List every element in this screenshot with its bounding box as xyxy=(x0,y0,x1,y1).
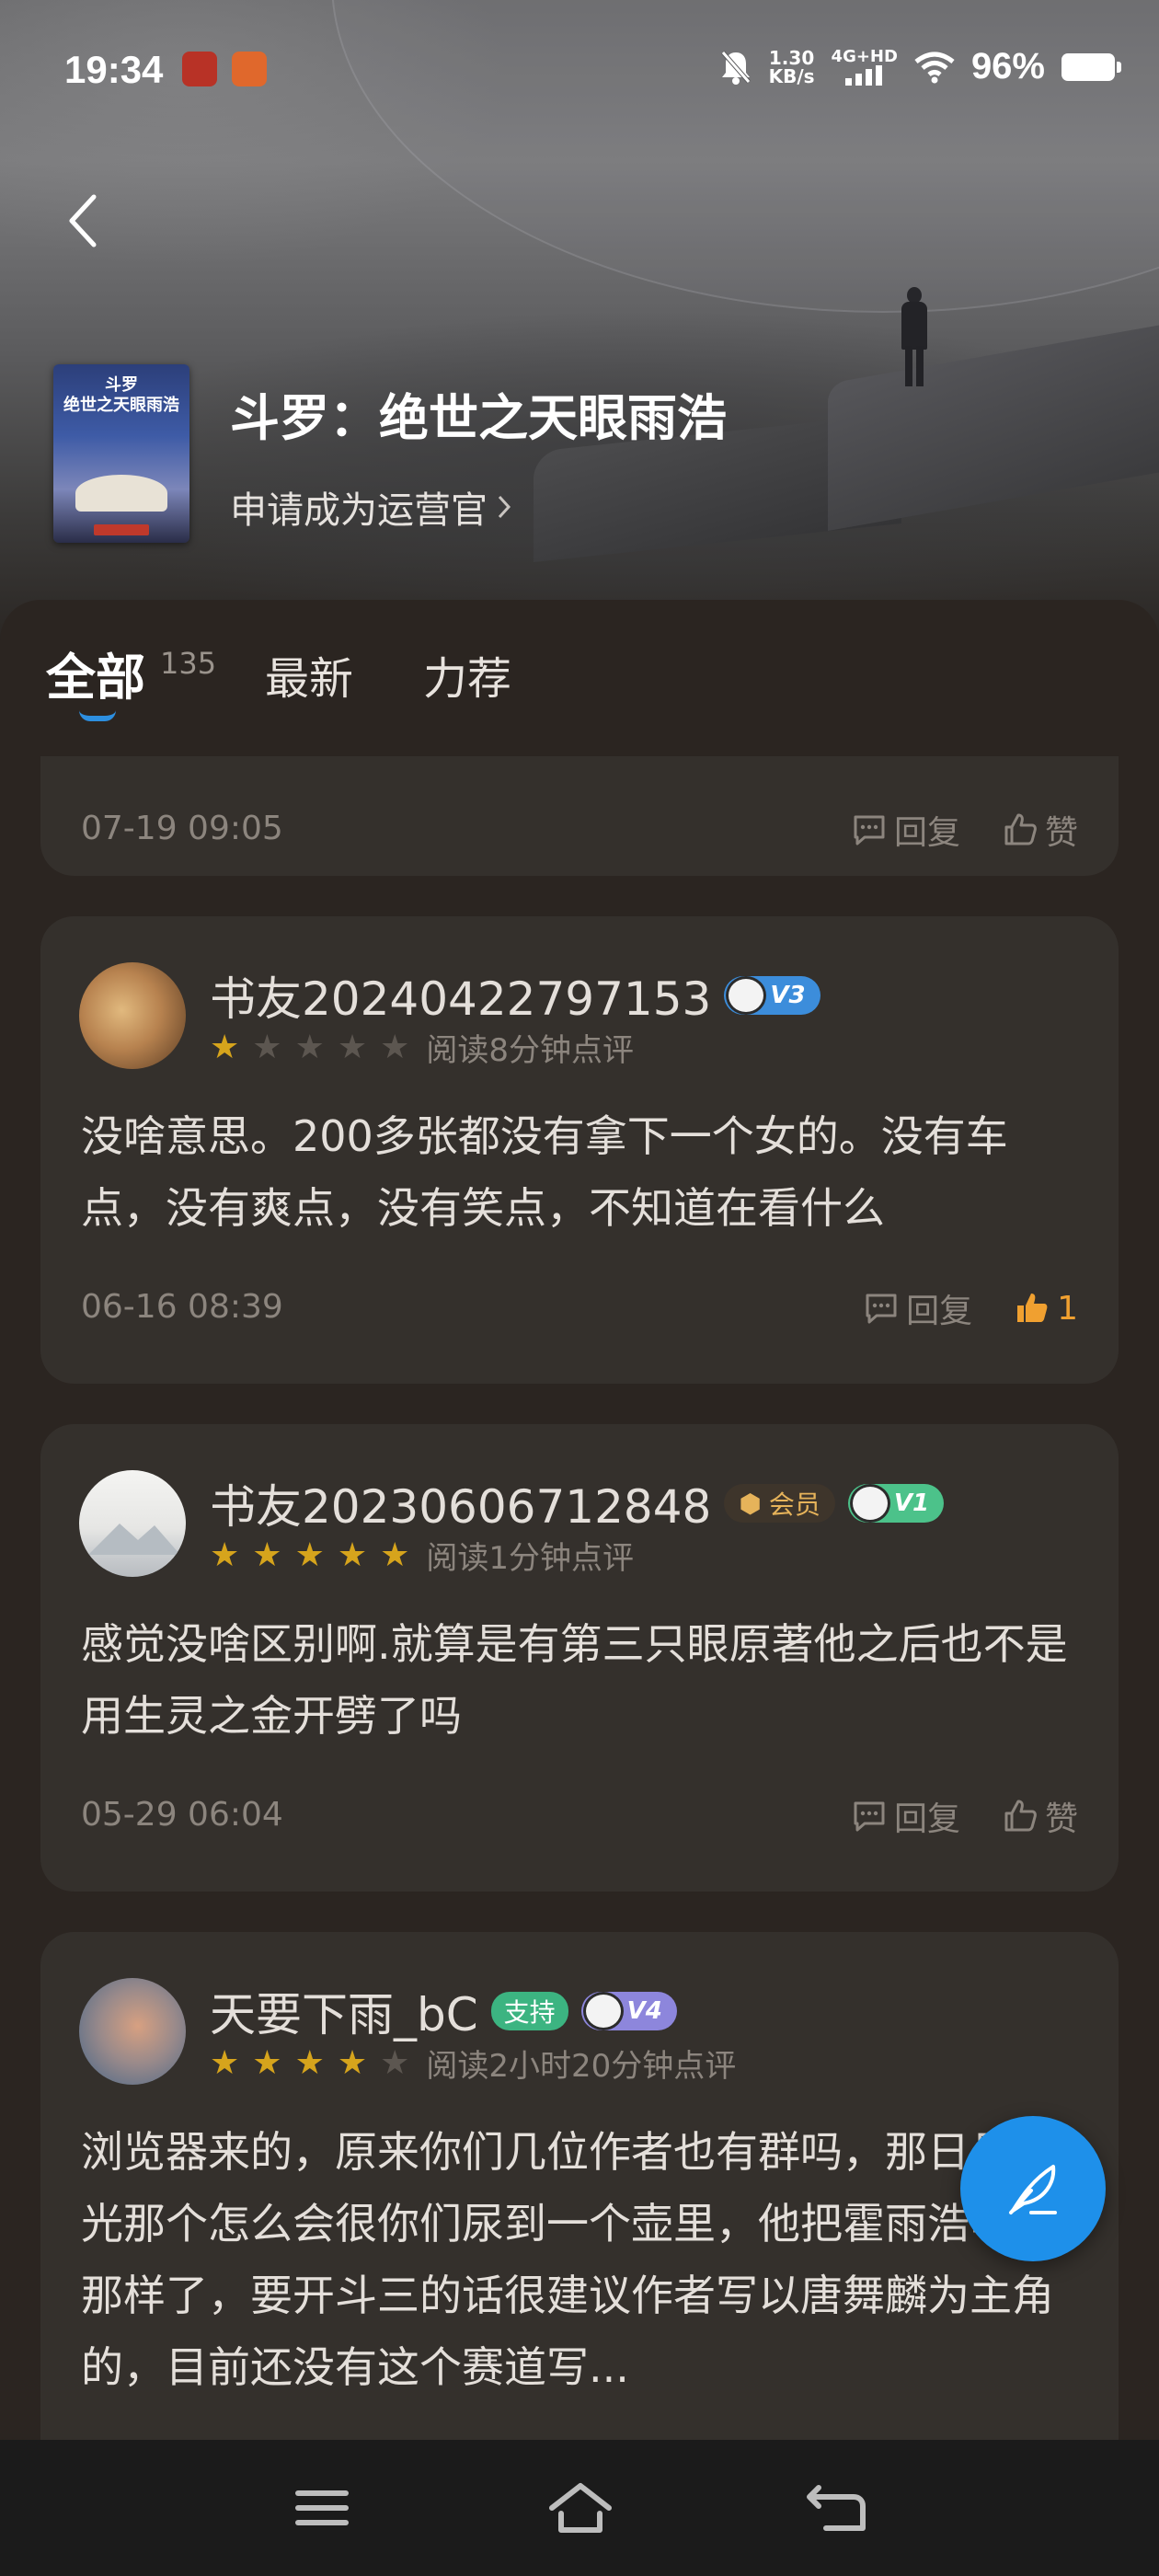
star-icon: ★ xyxy=(294,2044,325,2082)
username[interactable]: 书友20240422797153 xyxy=(210,962,711,1029)
network-type: 4G+HD xyxy=(831,46,898,66)
tab-all[interactable]: 全部 xyxy=(46,637,145,709)
system-nav-bar xyxy=(0,2440,1159,2576)
status-bar: 19:34 1.30 KB/s 4G+HD 96% xyxy=(0,37,1159,107)
battery-icon xyxy=(1061,52,1121,81)
thumbs-up-filled-icon xyxy=(1017,1294,1048,1322)
level-badge: V1 xyxy=(847,1484,945,1523)
penguin-mascot-icon xyxy=(582,1992,624,2030)
comment-date: 07-19 09:05 xyxy=(81,810,283,847)
standing-figure-art xyxy=(898,287,929,388)
comment-text[interactable]: 浏览器来的，原来你们几位作者也有群吗，那日月荣光那个怎么会很你们尿到一个壶里，他… xyxy=(81,2116,1078,2403)
comment-tabs: 全部 135 最新 力荐 xyxy=(0,600,1159,756)
net-speed: 1.30 KB/s xyxy=(768,46,815,87)
home-button[interactable] xyxy=(548,2480,613,2536)
signal-icon xyxy=(844,64,882,86)
read-time: 阅读2小时20分钟点评 xyxy=(426,2048,737,2085)
comment-icon xyxy=(854,1801,885,1832)
comment-date: 06-16 08:39 xyxy=(81,1288,283,1326)
star-icon: ★ xyxy=(210,2044,240,2082)
star-icon: ★ xyxy=(252,1536,282,1574)
hexagon-icon: ⬢ xyxy=(739,1488,762,1519)
comment-icon xyxy=(866,1294,897,1324)
star-icon: ★ xyxy=(380,2044,410,2082)
star-icon: ★ xyxy=(337,1029,368,1066)
home-icon xyxy=(549,2483,612,2533)
reply-button[interactable]: 回复 xyxy=(852,806,960,854)
read-time: 阅读1分钟点评 xyxy=(426,1540,635,1577)
cliff-art xyxy=(828,315,1159,532)
comment-card: 天要下雨_bC 支持 V4 ★ ★ ★ ★ ★ 阅读2小时20分钟点评 浏览器来的，原来… xyxy=(40,1932,1119,2440)
battery-percent: 96% xyxy=(970,46,1045,86)
book-cover-title: 斗罗 绝世之天眼雨浩 xyxy=(63,375,179,415)
comment-card: 书友20240422797153 V3 ★ ★ ★ ★ ★ 阅读8分钟点评 没啥意思。2… xyxy=(40,916,1119,1384)
thumbs-up-icon xyxy=(1004,1800,1037,1832)
comment-text[interactable]: 感觉没啥区别啊.就算是有第三只眼原著他之后也不是用生灵之金开劈了吗 xyxy=(81,1608,1078,1752)
status-time: 19:34 xyxy=(64,48,164,91)
tab-indicator xyxy=(79,710,116,721)
star-icon: ★ xyxy=(380,1029,410,1066)
comment-date: 05-29 06:04 xyxy=(81,1796,283,1834)
star-icon: ★ xyxy=(337,2044,368,2082)
rating-stars: ★ ★ ★ ★ ★ 阅读8分钟点评 xyxy=(210,1025,634,1070)
write-comment-button[interactable] xyxy=(960,2116,1106,2261)
book-title: 斗罗：绝世之天眼雨浩 xyxy=(230,389,727,447)
return-icon xyxy=(807,2485,866,2531)
menu-button[interactable] xyxy=(291,2480,355,2536)
avatar[interactable] xyxy=(79,1470,186,1577)
like-button[interactable]: 1 xyxy=(1015,1290,1078,1328)
apply-operator-link[interactable]: 申请成为运营官 xyxy=(230,480,511,534)
chevron-left-icon xyxy=(69,194,97,247)
chevron-right-icon xyxy=(498,495,511,519)
menu-icon xyxy=(295,2490,349,2525)
like-button[interactable]: 赞 xyxy=(1003,1792,1078,1840)
app-notification-icon xyxy=(182,52,217,86)
avatar[interactable] xyxy=(79,962,186,1069)
tab-recommend[interactable]: 力荐 xyxy=(423,642,511,707)
reply-button[interactable]: 回复 xyxy=(852,1792,960,1840)
support-badge: 支持 xyxy=(490,1992,568,2030)
star-icon: ★ xyxy=(252,2044,282,2082)
penguin-mascot-icon xyxy=(726,976,767,1015)
wifi-icon xyxy=(914,52,955,83)
star-icon: ★ xyxy=(337,1536,368,1574)
star-icon: ★ xyxy=(380,1536,410,1574)
comment-card: 书友20230606712848 ⬢ 会员 V1 ★ ★ ★ ★ ★ 阅读1分钟点评 感觉… xyxy=(40,1424,1119,1892)
rating-stars: ★ ★ ★ ★ ★ 阅读2小时20分钟点评 xyxy=(210,2041,736,2086)
username[interactable]: 书友20230606712848 xyxy=(210,1470,711,1536)
level-badge: V3 xyxy=(724,976,820,1015)
comment-text[interactable]: 没啥意思。200多张都没有拿下一个女的。没有车点，没有爽点，没有笑点，不知道在看… xyxy=(81,1100,1078,1244)
apply-operator-label: 申请成为运营官 xyxy=(230,489,488,532)
app-notification-icon xyxy=(232,52,267,86)
back-nav-button[interactable] xyxy=(806,2480,870,2536)
tab-latest[interactable]: 最新 xyxy=(265,642,353,707)
username[interactable]: 天要下雨_bC xyxy=(210,1978,478,2044)
comment-icon xyxy=(854,815,885,845)
star-icon: ★ xyxy=(294,1536,325,1574)
comment-card: 07-19 09:05 回复 赞 xyxy=(40,756,1119,876)
read-time: 阅读8分钟点评 xyxy=(426,1032,635,1069)
penguin-mascot-icon xyxy=(849,1484,890,1523)
vip-badge: ⬢ 会员 xyxy=(724,1484,835,1523)
star-icon: ★ xyxy=(294,1029,325,1066)
star-icon: ★ xyxy=(252,1029,282,1066)
rating-stars: ★ ★ ★ ★ ★ 阅读1分钟点评 xyxy=(210,1533,634,1578)
reply-button[interactable]: 回复 xyxy=(864,1284,972,1332)
avatar[interactable] xyxy=(79,1978,186,2085)
book-cover[interactable]: 斗罗 绝世之天眼雨浩 xyxy=(53,364,189,543)
feather-pen-icon xyxy=(1009,2165,1057,2214)
tab-all-count: 135 xyxy=(160,646,217,681)
back-button[interactable] xyxy=(66,184,112,258)
star-icon: ★ xyxy=(210,1536,240,1574)
level-badge: V4 xyxy=(580,1992,677,2030)
mute-bell-icon xyxy=(720,50,751,85)
like-button[interactable]: 赞 xyxy=(1003,806,1078,854)
star-icon: ★ xyxy=(210,1029,240,1066)
thumbs-up-icon xyxy=(1004,813,1037,845)
